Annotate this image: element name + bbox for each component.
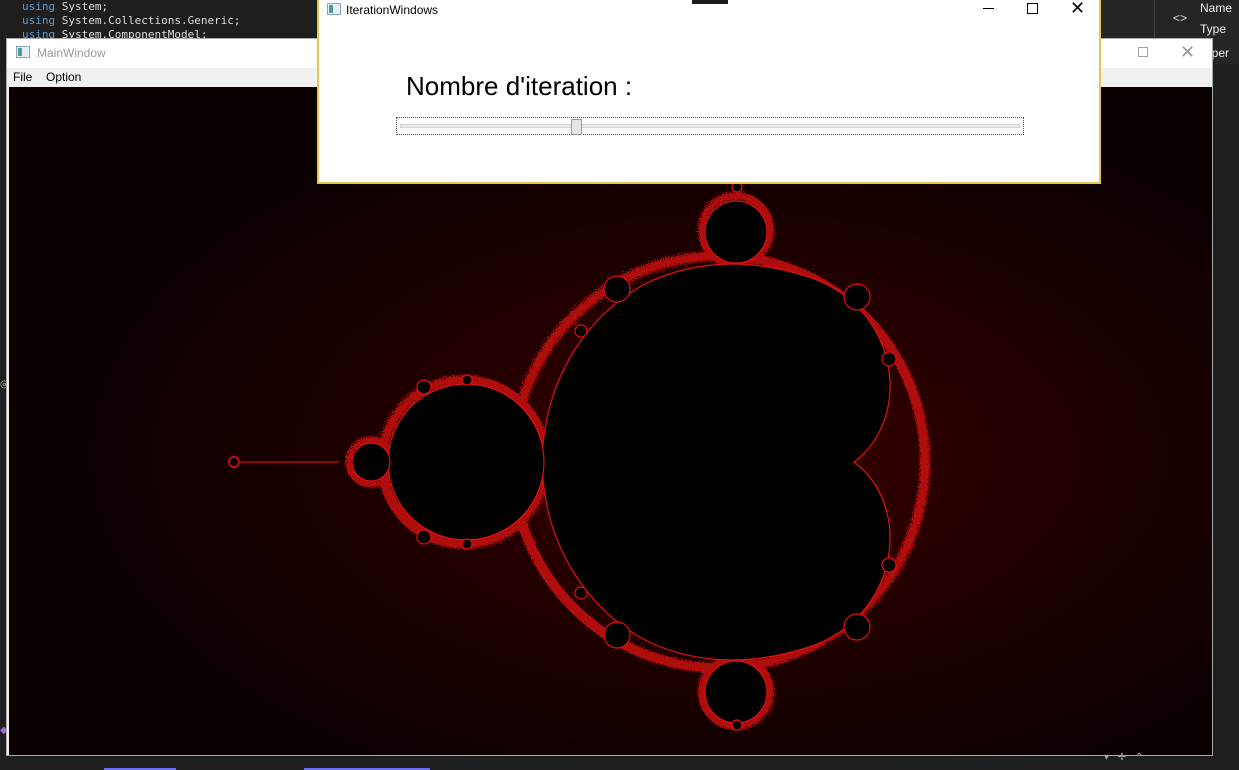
app-window-icon xyxy=(327,3,341,15)
split-arrows-icon[interactable]: ▾ ✢ ⌃ xyxy=(1104,752,1146,763)
mandelbrot-canvas[interactable] xyxy=(9,87,1212,755)
menu-option[interactable]: Option xyxy=(46,70,81,84)
main-window-title: MainWindow xyxy=(37,46,106,60)
slider-thumb[interactable] xyxy=(571,119,582,135)
code-line: using System; xyxy=(22,0,109,13)
iteration-window: IterationWindows ✕ Nombre d'iteration : xyxy=(317,0,1101,184)
iteration-slider[interactable] xyxy=(396,117,1024,135)
iteration-window-title: IterationWindows xyxy=(346,3,439,17)
property-name-label: Name xyxy=(1200,1,1233,15)
app-window-icon xyxy=(16,46,30,58)
close-icon[interactable]: ✕ xyxy=(1070,0,1085,19)
code-brackets-icon[interactable]: <> xyxy=(1173,11,1187,25)
code-editor-fragment: using System; using System.Collections.G… xyxy=(0,0,330,41)
close-icon[interactable]: ✕ xyxy=(1180,41,1195,63)
ide-status-strip: ▾ ✢ ⌃ xyxy=(0,752,1239,770)
minimize-icon[interactable] xyxy=(983,8,994,9)
code-line: using System.Collections.Generic; xyxy=(22,14,241,27)
property-type-label: Type xyxy=(1200,22,1227,36)
mandelbrot-image xyxy=(9,87,1212,755)
slider-track[interactable] xyxy=(400,124,1020,128)
menu-file[interactable]: File xyxy=(13,70,32,84)
maximize-icon[interactable] xyxy=(1138,47,1148,57)
iteration-window-titlebar[interactable]: IterationWindows ✕ xyxy=(319,0,1099,28)
maximize-icon[interactable] xyxy=(1027,3,1038,14)
iteration-count-label: Nombre d'iteration : xyxy=(406,71,633,101)
